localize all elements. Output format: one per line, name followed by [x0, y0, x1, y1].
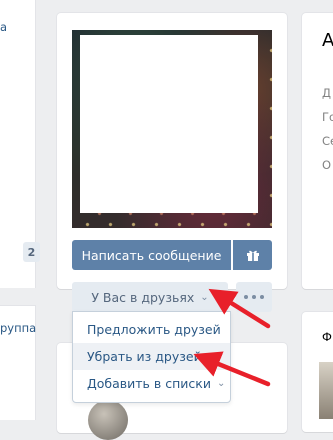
send-message-button[interactable]: Написать сообщение — [72, 240, 231, 270]
section-title: Ф — [322, 330, 332, 344]
more-dots-icon — [244, 295, 248, 299]
menu-item-remove-friend[interactable]: Убрать из друзей — [73, 343, 230, 370]
chevron-down-icon: ⌄ — [216, 378, 226, 389]
gift-icon — [246, 250, 259, 261]
left-sidebar-text[interactable]: a — [0, 20, 7, 34]
gift-button[interactable] — [233, 240, 272, 270]
info-label: О — [322, 158, 332, 172]
left-sidebar-block: руппа — [0, 305, 36, 420]
counter-badge: 2 — [23, 242, 40, 262]
menu-item-label: Убрать из друзей — [87, 349, 202, 364]
avatar[interactable] — [88, 400, 128, 440]
menu-item-label: Предложить друзей — [87, 322, 221, 337]
photo-redaction — [80, 35, 258, 213]
menu-item-add-to-lists[interactable]: Добавить в списки ⌄ — [73, 370, 230, 397]
info-label: Д — [322, 86, 331, 100]
menu-item-label: Добавить в списки — [87, 376, 211, 391]
profile-name: А — [322, 30, 333, 51]
left-sidebar-group-link[interactable]: руппа — [0, 321, 36, 335]
friends-menu: Предложить друзей Убрать из друзей Добав… — [72, 311, 231, 403]
friends-status-button[interactable]: У Вас в друзьях ⌄ — [72, 282, 228, 312]
profile-info-card — [302, 13, 333, 289]
info-label: Се — [322, 134, 333, 148]
friends-status-label: У Вас в друзьях — [91, 289, 195, 305]
menu-item-suggest-friends[interactable]: Предложить друзей — [73, 316, 230, 343]
photo-thumbnail[interactable] — [319, 362, 333, 419]
info-label: Го — [322, 110, 333, 124]
more-actions-button[interactable] — [236, 282, 272, 312]
chevron-down-icon: ⌄ — [200, 291, 209, 303]
